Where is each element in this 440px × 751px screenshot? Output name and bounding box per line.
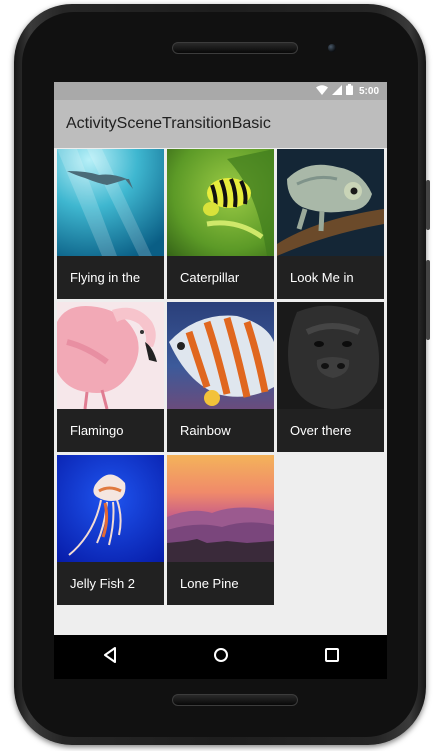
sunset-mountains-image xyxy=(167,455,274,562)
recents-button[interactable] xyxy=(310,635,354,679)
grid-item-lone-pine[interactable]: Lone Pine xyxy=(167,455,274,605)
recents-icon xyxy=(324,647,339,667)
chameleon-image xyxy=(277,149,384,256)
volume-button xyxy=(426,260,430,340)
power-button xyxy=(426,180,430,230)
back-icon xyxy=(103,646,117,668)
manta-ray-image xyxy=(57,149,164,256)
grid-item-label: Jelly Fish 2 xyxy=(70,576,136,591)
grid-item-look-me-in[interactable]: Look Me in xyxy=(277,149,384,299)
grid-item-flying-in-the[interactable]: Flying in the xyxy=(57,149,164,299)
grid-item-label: Rainbow xyxy=(180,423,231,438)
grid-item-flamingo[interactable]: Flamingo xyxy=(57,302,164,452)
grid-item-label: Caterpillar xyxy=(180,270,240,285)
image-grid: Flying in the Caterpillar Look Me in Fla… xyxy=(57,149,387,629)
grid-item-label: Flamingo xyxy=(70,423,124,438)
home-button[interactable] xyxy=(199,635,243,679)
grid-item-rainbow[interactable]: Rainbow xyxy=(167,302,274,452)
caterpillar-image xyxy=(167,149,274,256)
grid-item-over-there[interactable]: Over there xyxy=(277,302,384,452)
status-bar: 5:00 xyxy=(54,82,387,100)
navigation-bar xyxy=(54,635,387,679)
cell-signal-icon xyxy=(331,82,342,100)
jellyfish-image xyxy=(57,455,164,562)
app-title: ActivitySceneTransitionBasic xyxy=(66,115,271,132)
back-button[interactable] xyxy=(88,635,132,679)
flamingo-image xyxy=(57,302,164,409)
gorilla-image xyxy=(277,302,384,409)
grid-item-jelly-fish-2[interactable]: Jelly Fish 2 xyxy=(57,455,164,605)
front-camera xyxy=(328,44,336,52)
grid-item-caterpillar[interactable]: Caterpillar xyxy=(167,149,274,299)
battery-icon xyxy=(345,82,353,100)
bottom-speaker-grille xyxy=(172,694,298,706)
app-bar: ActivitySceneTransitionBasic xyxy=(54,100,387,148)
striped-fish-image xyxy=(167,302,274,409)
status-time: 5:00 xyxy=(358,85,379,97)
grid-item-label: Lone Pine xyxy=(180,576,239,591)
screen: 5:00 ActivitySceneTransitionBasic Flying… xyxy=(54,82,387,635)
grid-item-label: Over there xyxy=(290,423,352,438)
wifi-icon xyxy=(315,82,328,100)
grid-item-label: Flying in the xyxy=(70,270,141,285)
top-speaker-grille xyxy=(172,42,298,54)
home-icon xyxy=(213,647,229,668)
grid-item-label: Look Me in xyxy=(290,270,354,285)
